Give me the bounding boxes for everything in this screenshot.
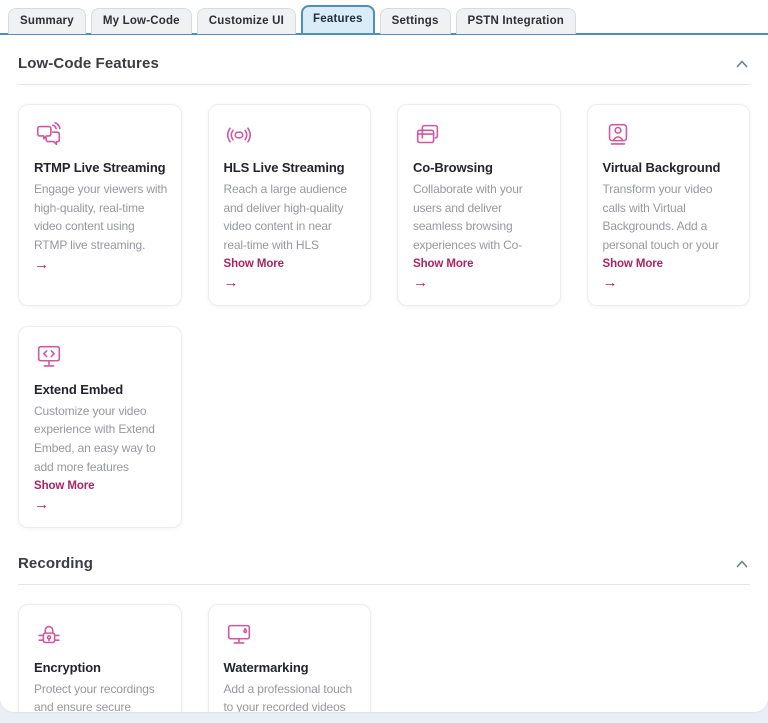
section-title: Recording bbox=[18, 554, 94, 572]
feature-card[interactable]: Extend Embed Customize your video experi… bbox=[18, 325, 182, 528]
section-collapse-button[interactable] bbox=[734, 554, 750, 573]
tab-pstn-integration[interactable]: PSTN Integration bbox=[455, 8, 577, 34]
show-more-link[interactable]: Show More bbox=[603, 258, 664, 270]
arrow-right-link[interactable]: → bbox=[34, 257, 168, 274]
arrow-right-link[interactable]: → bbox=[34, 497, 168, 514]
feature-card-description: Collaborate with your users and deliver … bbox=[413, 182, 523, 252]
sections: Low-Code Features RTMP Live Streaming En… bbox=[0, 35, 768, 712]
feature-card[interactable]: Watermarking Add a professional touch to… bbox=[207, 603, 371, 712]
feature-card-description: Engage your viewers with high-quality, r… bbox=[34, 182, 168, 252]
feature-card[interactable]: HLS Live Streaming Reach a large audienc… bbox=[207, 104, 371, 306]
tab-my-low-code[interactable]: My Low-Code bbox=[90, 8, 192, 34]
feature-card[interactable]: RTMP Live Streaming Engage your viewers … bbox=[18, 104, 182, 306]
feature-card-description: Add a professional touch to your recorde… bbox=[223, 681, 353, 712]
feature-card-title: Virtual Background bbox=[602, 160, 721, 175]
show-more-link[interactable]: Show More bbox=[34, 480, 95, 492]
tab-label: Customize UI bbox=[208, 15, 285, 27]
show-more-link[interactable]: Show More bbox=[413, 258, 474, 270]
features-panel: Summary My Low-Code Customize UI Feature… bbox=[0, 0, 768, 712]
feature-card-description: Protect your recordings and ensure secur… bbox=[34, 681, 155, 712]
feature-card[interactable]: Virtual Background Transform your video … bbox=[586, 104, 750, 306]
feature-card-description: Reach a large audience and deliver high-… bbox=[223, 182, 348, 252]
feature-card-description: Customize your video experience with Ext… bbox=[34, 403, 156, 474]
person-frame-icon bbox=[603, 120, 737, 152]
show-more-link[interactable]: Show More bbox=[224, 258, 285, 270]
feature-card[interactable]: Encryption Protect your recordings and e… bbox=[18, 603, 182, 712]
tab-customize-ui[interactable]: Customize UI bbox=[196, 8, 297, 34]
tab-label: Features bbox=[313, 13, 363, 25]
tab-features[interactable]: Features bbox=[301, 5, 375, 33]
feature-card-title: Extend Embed bbox=[34, 381, 124, 397]
section: Low-Code Features RTMP Live Streaming En… bbox=[18, 54, 750, 528]
tab-label: Summary bbox=[20, 15, 74, 27]
encryption-lock-icon bbox=[34, 620, 168, 652]
arrow-right-link[interactable]: → bbox=[413, 275, 547, 292]
broadcast-signal-icon bbox=[224, 120, 358, 152]
chevron-up-icon bbox=[736, 56, 748, 71]
feature-card[interactable]: Co-Browsing Collaborate with your users … bbox=[397, 104, 561, 306]
section-title: Low-Code Features bbox=[18, 55, 159, 72]
tab-summary[interactable]: Summary bbox=[8, 8, 86, 34]
tab-settings[interactable]: Settings bbox=[379, 8, 451, 34]
code-monitor-icon bbox=[34, 342, 168, 374]
feature-card-title: Watermarking bbox=[223, 659, 309, 675]
section-divider bbox=[18, 84, 750, 85]
section: Recording Encryption Protect your record… bbox=[18, 554, 750, 712]
cards-grid: Encryption Protect your recordings and e… bbox=[18, 603, 750, 712]
section-header: Low-Code Features bbox=[18, 54, 750, 73]
feature-card-description: Transform your video calls with Virtual … bbox=[602, 182, 719, 252]
tab-bar: Summary My Low-Code Customize UI Feature… bbox=[0, 0, 768, 35]
section-collapse-button[interactable] bbox=[734, 54, 750, 73]
watermark-monitor-icon bbox=[224, 620, 358, 652]
feature-card-title: HLS Live Streaming bbox=[223, 160, 345, 175]
arrow-right-link[interactable]: → bbox=[224, 275, 358, 292]
arrow-right-link[interactable]: → bbox=[603, 275, 737, 292]
section-header: Recording bbox=[18, 554, 750, 573]
section-divider bbox=[18, 583, 750, 585]
tab-label: PSTN Integration bbox=[467, 15, 565, 27]
tab-label: My Low-Code bbox=[102, 15, 180, 27]
chat-broadcast-icon bbox=[34, 120, 168, 152]
cards-grid: RTMP Live Streaming Engage your viewers … bbox=[18, 104, 750, 528]
feature-card-title: Co-Browsing bbox=[413, 160, 493, 175]
chevron-up-icon bbox=[736, 556, 748, 571]
feature-card-title: Encryption bbox=[34, 659, 101, 675]
feature-card-title: RTMP Live Streaming bbox=[34, 160, 166, 175]
overlapping-windows-icon bbox=[413, 120, 547, 152]
tab-label: Settings bbox=[391, 15, 439, 27]
